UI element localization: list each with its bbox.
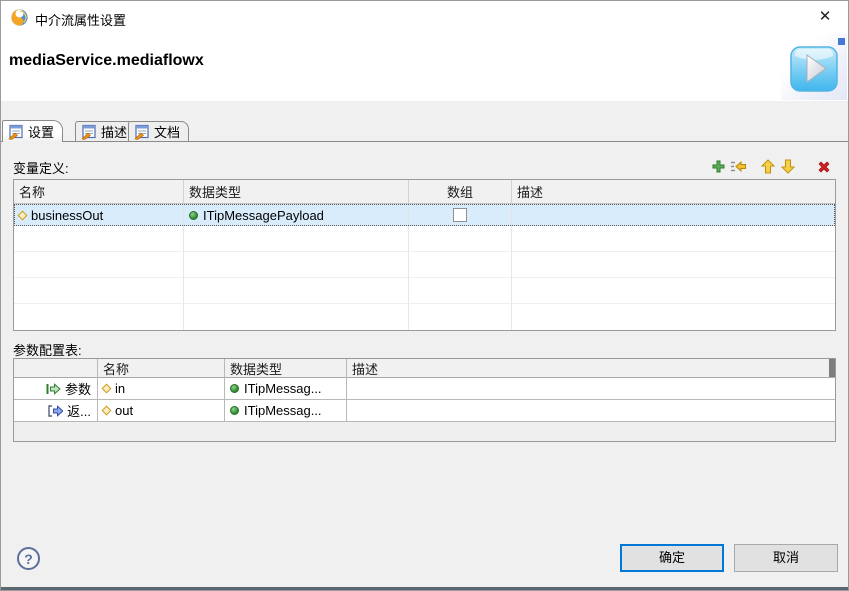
param-return-icon	[48, 405, 63, 417]
param-type-cell[interactable]: ITipMessag...	[225, 378, 347, 399]
variable-array-cell	[409, 204, 512, 226]
variables-section-label: 变量定义:	[13, 158, 69, 177]
close-icon[interactable]: ✕	[810, 4, 840, 30]
param-type: ITipMessag...	[244, 381, 322, 396]
param-icon	[102, 384, 112, 394]
param-name: in	[115, 381, 125, 396]
tab-settings[interactable]: 设置	[2, 120, 63, 142]
param-kind-cell[interactable]: 参数	[14, 378, 98, 399]
variable-icon	[18, 210, 28, 220]
table-row[interactable]: 返... out ITipMessag...	[14, 400, 835, 422]
tab-label: 文档	[154, 122, 180, 141]
tab-description[interactable]: 描述	[75, 121, 136, 141]
tab-label: 设置	[28, 122, 54, 141]
param-name-cell[interactable]: out	[98, 400, 225, 421]
array-checkbox[interactable]	[453, 208, 467, 222]
type-icon	[189, 211, 198, 220]
dialog-window: 中介流属性设置 ✕ mediaService.mediaflowx	[0, 0, 849, 591]
param-type-cell[interactable]: ITipMessag...	[225, 400, 347, 421]
variable-type-cell[interactable]: ITipMessagePayload	[184, 204, 409, 226]
param-description-cell[interactable]	[347, 378, 835, 399]
properties-icon	[134, 124, 150, 140]
col-description[interactable]: 描述	[347, 359, 835, 378]
app-swirl-icon	[11, 9, 28, 26]
col-type[interactable]: 数据类型	[225, 359, 347, 378]
type-icon	[230, 384, 239, 393]
param-kind: 参数	[65, 379, 91, 398]
param-name: out	[115, 403, 133, 418]
param-icon	[102, 406, 112, 416]
empty-row[interactable]	[14, 278, 835, 304]
table-row[interactable]: 参数 in ITipMessag...	[14, 378, 835, 400]
variables-toolbar	[708, 158, 834, 175]
move-up-icon[interactable]	[758, 158, 778, 175]
param-name-cell[interactable]: in	[98, 378, 225, 399]
add-icon[interactable]	[708, 158, 728, 175]
tab-divider	[1, 141, 848, 142]
tab-document[interactable]: 文档	[128, 121, 189, 141]
variable-name: businessOut	[31, 208, 103, 223]
param-kind: 返...	[67, 401, 91, 420]
banner-corner-square	[838, 38, 845, 45]
table-row[interactable]: businessOut ITipMessagePayload	[14, 204, 835, 226]
properties-icon	[8, 124, 24, 140]
col-kind[interactable]	[14, 359, 98, 378]
type-icon	[230, 406, 239, 415]
empty-row[interactable]	[14, 304, 835, 330]
params-table-header: 名称 数据类型 描述	[14, 359, 835, 378]
banner-art	[781, 34, 847, 100]
empty-row[interactable]	[14, 226, 835, 252]
variable-description-cell[interactable]	[512, 204, 835, 226]
variable-name-cell[interactable]: businessOut	[14, 204, 184, 226]
params-table: 名称 数据类型 描述 参数 in ITipMessag...	[13, 358, 836, 442]
param-in-icon	[46, 383, 61, 395]
tab-label: 描述	[101, 122, 127, 141]
banner: mediaService.mediaflowx	[1, 34, 848, 101]
help-button[interactable]: ?	[17, 547, 40, 570]
page-title: mediaService.mediaflowx	[9, 52, 204, 70]
insert-reference-icon[interactable]	[728, 158, 748, 175]
variables-table: 名称 数据类型 数组 描述 businessOut ITipMessagePay…	[13, 179, 836, 331]
col-name[interactable]: 名称	[98, 359, 225, 378]
ok-button[interactable]: 确定	[620, 544, 724, 572]
cancel-button[interactable]: 取消	[734, 544, 838, 572]
params-section-label: 参数配置表:	[13, 340, 82, 359]
window-bottom-edge	[1, 587, 848, 590]
delete-icon[interactable]	[814, 158, 834, 175]
empty-row[interactable]	[14, 252, 835, 278]
move-down-icon[interactable]	[778, 158, 798, 175]
param-description-cell[interactable]	[347, 400, 835, 421]
col-type[interactable]: 数据类型	[184, 180, 409, 203]
tab-bar: 设置 描述 文档	[1, 120, 848, 142]
col-description[interactable]: 描述	[512, 180, 835, 203]
window-title: 中介流属性设置	[35, 10, 126, 29]
properties-icon	[81, 124, 97, 140]
col-name[interactable]: 名称	[14, 180, 184, 203]
variables-table-header: 名称 数据类型 数组 描述	[14, 180, 835, 204]
col-array[interactable]: 数组	[409, 180, 512, 203]
param-type: ITipMessag...	[244, 403, 322, 418]
scrollbar-corner	[829, 359, 835, 377]
variable-type: ITipMessagePayload	[203, 208, 324, 223]
title-bar: 中介流属性设置 ✕	[1, 1, 848, 34]
param-kind-cell[interactable]: 返...	[14, 400, 98, 421]
media-play-icon	[790, 46, 838, 92]
